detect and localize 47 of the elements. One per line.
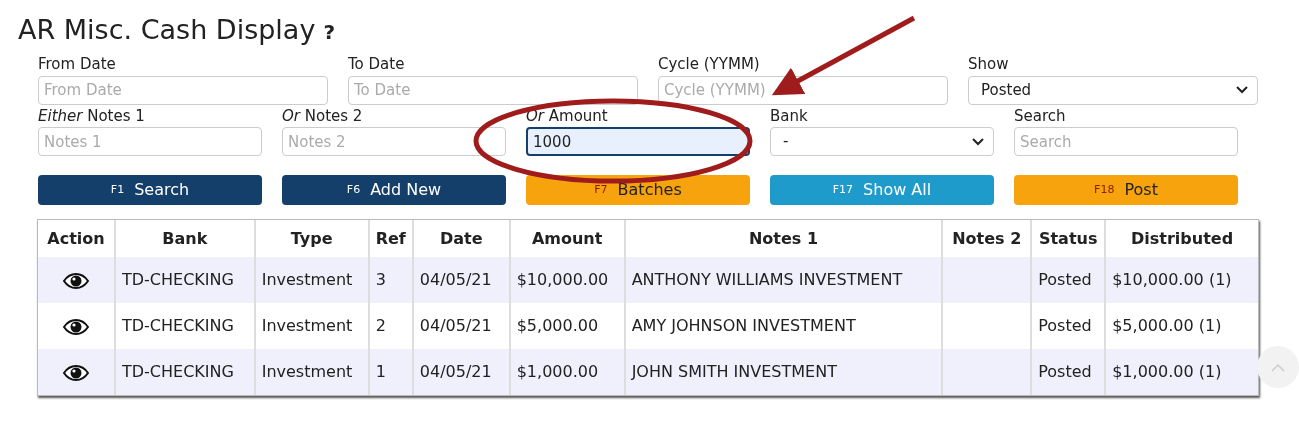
function-button[interactable]: F6 Add New [282, 175, 506, 206]
input-field[interactable]: From Date [38, 75, 328, 105]
page-title: AR Misc. Cash Display [18, 14, 316, 45]
view-icon[interactable] [62, 364, 89, 381]
field-label: Show [968, 55, 1009, 74]
dropdown[interactable]: - [770, 127, 994, 157]
chevron-down-icon [1235, 85, 1249, 96]
table-cell: TD-CHECKING [114, 257, 255, 304]
field-label: Cycle (YYMM) [658, 55, 760, 74]
function-button[interactable]: F7 Batches [526, 175, 750, 206]
table-cell: $5,000.00 (1) [1105, 303, 1258, 350]
field-label: Or Notes 2 [282, 106, 363, 125]
chevron-down-icon [971, 136, 985, 147]
field-label: To Date [348, 55, 405, 74]
table-cell: ANTHONY WILLIAMS INVESTMENT [624, 257, 943, 304]
table-cell: 04/05/21 [412, 349, 510, 396]
input-field[interactable]: Notes 2 [282, 127, 506, 157]
table-cell: 04/05/21 [412, 257, 510, 304]
table-cell: Investment [254, 349, 369, 396]
dropdown[interactable]: Posted [968, 75, 1258, 105]
table-cell: $1,000.00 (1) [1105, 349, 1258, 396]
input-field[interactable]: Search [1014, 127, 1238, 157]
input-field[interactable]: Cycle (YYMM) [658, 75, 948, 105]
function-button[interactable]: F18 Post [1014, 175, 1238, 206]
table-cell: 1 [368, 349, 413, 396]
table-cell: Investment [254, 257, 369, 304]
table-cell: 3 [368, 257, 413, 304]
table-cell: Posted [1031, 349, 1106, 396]
table-cell: $1,000.00 [509, 349, 625, 396]
input-field[interactable]: 1000 [526, 127, 750, 157]
column-header: Distributed [1105, 220, 1258, 258]
view-icon[interactable] [62, 318, 89, 335]
table-cell: JOHN SMITH INVESTMENT [624, 349, 943, 396]
table-cell: Posted [1031, 257, 1106, 304]
function-button[interactable]: F1 Search [38, 175, 262, 206]
chevron-up-icon [1271, 362, 1285, 372]
table-cell: $10,000.00 [509, 257, 625, 304]
input-field[interactable]: To Date [348, 75, 638, 105]
field-label: Search [1014, 106, 1066, 125]
field-label: Either Notes 1 [38, 106, 145, 125]
input-field[interactable]: Notes 1 [38, 127, 262, 157]
table-cell: $10,000.00 (1) [1105, 257, 1258, 304]
help-icon[interactable]: ? [323, 20, 335, 44]
field-label: From Date [38, 55, 116, 74]
view-icon[interactable] [62, 272, 89, 289]
field-label: Bank [770, 106, 808, 125]
table-cell: TD-CHECKING [114, 349, 255, 396]
